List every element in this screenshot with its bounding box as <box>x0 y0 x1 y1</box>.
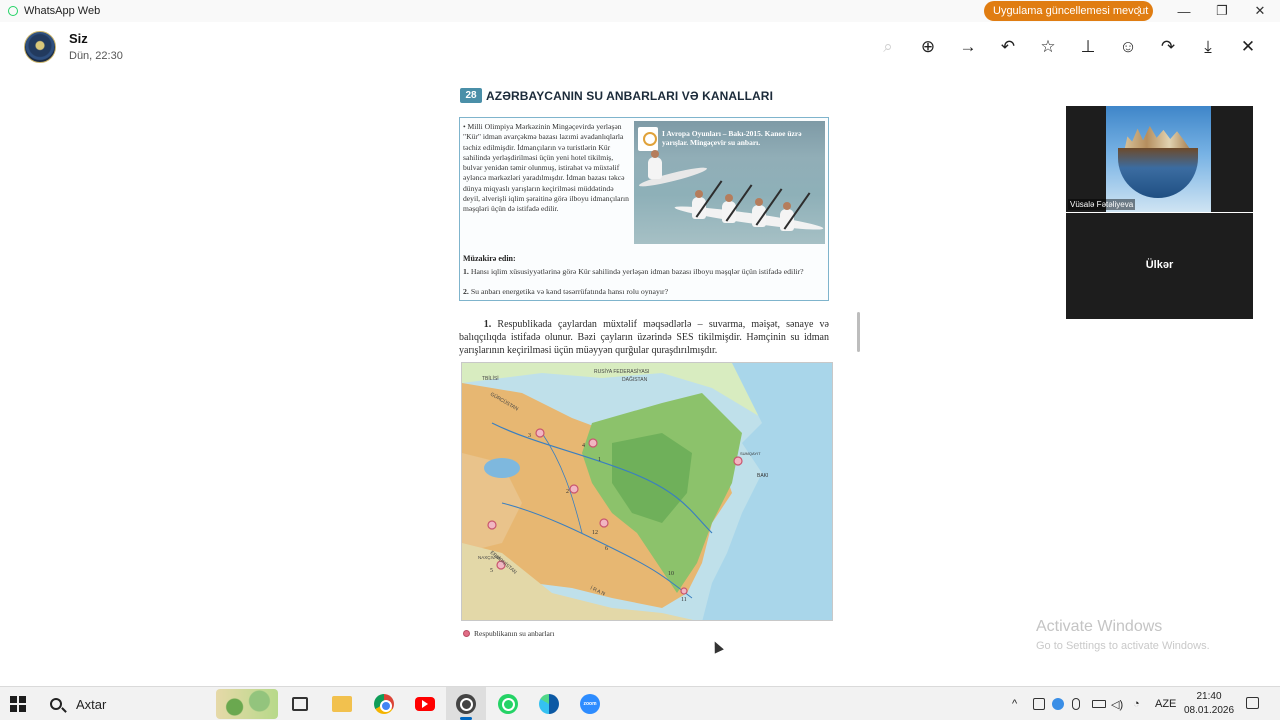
emoji-icon[interactable]: ☺ <box>1116 35 1140 59</box>
pin-icon[interactable]: ⊥ <box>1076 35 1100 59</box>
chrome-button[interactable] <box>364 687 404 720</box>
zoom-button[interactable]: zoom <box>570 687 610 720</box>
update-label: Uygulama güncellemesi mevcut <box>993 5 1149 17</box>
activate-windows-title: Activate Windows <box>1036 618 1163 635</box>
photo-caption: I Avropa Oyunları – Bakı-2015. Kanoe üzr… <box>662 129 802 147</box>
task-view-button[interactable] <box>280 687 320 720</box>
youtube-button[interactable] <box>405 687 445 720</box>
participant-background-image <box>1106 106 1211 212</box>
app-title: WhatsApp Web <box>24 5 101 17</box>
lesson-number: 28 <box>460 88 482 103</box>
map-label-baku: BAKI <box>757 473 768 479</box>
search-icon <box>50 698 62 710</box>
reservoir-map: TBİLİSİ RUSİYA FEDERASİYASI DAĞISTAN GÜR… <box>461 362 833 621</box>
document-image[interactable]: 28 Azərbaycanın su anbarları və kanallar… <box>455 80 840 650</box>
share-icon[interactable]: ↷ <box>1156 35 1180 59</box>
media-viewer-header: Siz Dün, 22:30 ⌕ ⊕ → ↶ ☆ ⊥ ☺ ↷ ⤓ ✕ <box>0 22 1280 72</box>
info-box: • Milli Olimpiya Mərkəzinin Mingəçevirdə… <box>459 117 829 301</box>
map-num-12: 12 <box>592 530 598 536</box>
whatsapp-web-button[interactable] <box>446 687 486 720</box>
download-icon[interactable]: ⤓ <box>1196 35 1220 59</box>
window-close-button[interactable]: ✕ <box>1241 0 1279 22</box>
edge-icon <box>539 694 559 714</box>
lesson-paragraph: 1. Respublikada çaylardan müxtəlif məqsə… <box>459 319 829 356</box>
update-available-button[interactable]: Uygulama güncellemesi mevcut ⋮ <box>984 1 1153 21</box>
file-explorer-button[interactable] <box>322 687 362 720</box>
device-icon[interactable] <box>1033 698 1045 710</box>
map-num-5: 5 <box>490 568 493 574</box>
folder-icon <box>332 696 352 712</box>
kayak-photo: I Avropa Oyunları – Bakı-2015. Kanoe üzr… <box>634 121 825 244</box>
whatsapp-button[interactable] <box>488 687 528 720</box>
map-label-nakhchivan: NAXÇIVAN <box>478 555 501 560</box>
question-1: 1. Hansı iqlim xüsusiyyətlərinə görə Kür… <box>463 267 804 276</box>
map-num-10: 10 <box>668 571 674 577</box>
zoom-out-icon[interactable]: ⌕ <box>876 35 900 59</box>
restore-button[interactable]: ❐ <box>1203 0 1241 22</box>
forward-arrow-icon[interactable]: → <box>956 35 980 59</box>
taskbar: Axtar zoom ^ ◁) ◔ AZE 21:40 08.01.2026 <box>0 686 1280 720</box>
games-logo-icon <box>638 127 658 151</box>
clock[interactable]: 21:40 08.01.2026 <box>1178 690 1240 718</box>
chrome-icon <box>374 694 394 714</box>
microphone-icon[interactable] <box>1072 698 1080 710</box>
map-legend: Respublikanın su anbarları <box>463 629 554 638</box>
whatsapp-web-icon <box>456 694 476 714</box>
zoom-in-icon[interactable]: ⊕ <box>916 35 940 59</box>
map-label-tbilisi: TBİLİSİ <box>482 375 499 382</box>
map-label-sumgait: SUMQAYIT <box>740 451 761 456</box>
activate-windows-hint: Go to Settings to activate Windows. <box>1036 640 1210 652</box>
task-view-icon <box>292 697 308 711</box>
lesson-title: Azərbaycanın su anbarları və kanalları <box>486 89 774 103</box>
discuss-heading: Müzakirə edin: <box>463 254 516 263</box>
reservoir-marker-icon <box>463 630 470 637</box>
battery-icon[interactable] <box>1092 700 1106 708</box>
video-tile-participant-2[interactable]: Ülkər <box>1066 213 1253 319</box>
question-2: 2. Su anbarı energetika və kənd təsərrüf… <box>463 287 669 296</box>
close-icon[interactable]: ✕ <box>1236 35 1260 59</box>
onedrive-icon[interactable] <box>1052 698 1064 710</box>
whatsapp-icon <box>498 694 518 714</box>
volume-icon[interactable]: ◁) <box>1111 687 1123 720</box>
notification-icon[interactable] <box>1246 697 1259 709</box>
search-label: Axtar <box>76 696 107 712</box>
map-num-11: 11 <box>681 597 687 603</box>
windows-start-icon[interactable] <box>10 696 26 712</box>
zoom-icon: zoom <box>580 694 600 714</box>
map-label-dagestan: DAĞISTAN <box>622 376 648 383</box>
map-num-4: 4 <box>582 443 585 449</box>
sender-name: Siz <box>69 31 88 46</box>
search-highlight-image[interactable] <box>216 689 278 719</box>
map-num-2: 2 <box>566 489 569 495</box>
edge-button[interactable] <box>529 687 569 720</box>
scrollbar-thumb[interactable] <box>857 312 860 352</box>
map-num-3: 3 <box>528 433 531 439</box>
network-icon[interactable]: ◔ <box>1133 687 1140 720</box>
star-icon[interactable]: ☆ <box>1036 35 1060 59</box>
minimize-button[interactable]: — <box>1165 0 1203 22</box>
participant-name: Vüsalə Fətəliyeva <box>1068 199 1136 210</box>
window-title-bar: WhatsApp Web Uygulama güncellemesi mevcu… <box>0 0 1280 22</box>
clock-time: 21:40 <box>1196 691 1222 702</box>
tray-overflow-icon[interactable]: ^ <box>1012 687 1017 720</box>
video-tile-participant-1[interactable]: Vüsalə Fətəliyeva <box>1066 106 1253 212</box>
map-num-6: 6 <box>605 546 608 552</box>
map-label-russia: RUSİYA FEDERASİYASI <box>594 368 649 375</box>
participant-name: Ülkər <box>1145 259 1174 271</box>
reply-icon[interactable]: ↶ <box>996 35 1020 59</box>
clock-date: 08.01.2026 <box>1183 705 1235 716</box>
whatsapp-icon <box>8 6 18 16</box>
map-num-1: 1 <box>598 457 601 463</box>
legend-label: Respublikanın su anbarları <box>474 629 555 638</box>
more-options-icon[interactable]: ⋮ <box>1133 4 1145 18</box>
sent-time: Dün, 22:30 <box>69 50 123 62</box>
input-language[interactable]: AZE <box>1155 687 1176 720</box>
info-box-text: • Milli Olimpiya Mərkəzinin Mingəçevirdə… <box>463 122 629 214</box>
youtube-icon <box>415 697 435 711</box>
avatar[interactable] <box>24 31 56 63</box>
